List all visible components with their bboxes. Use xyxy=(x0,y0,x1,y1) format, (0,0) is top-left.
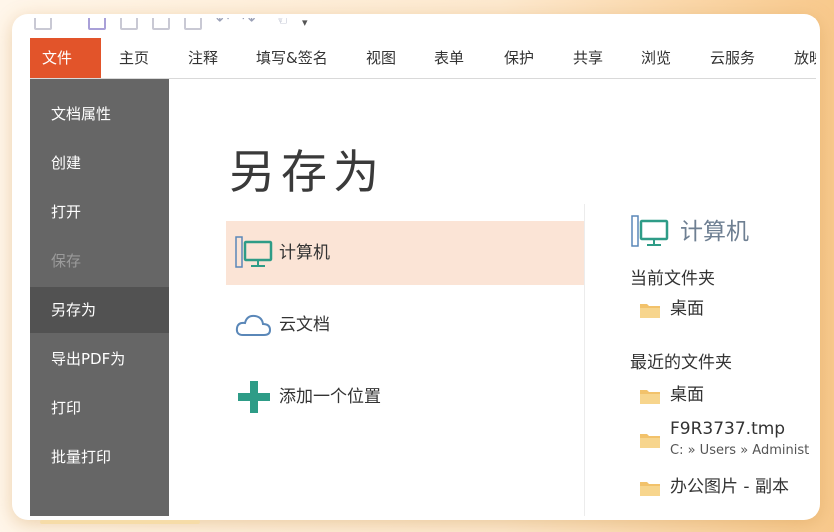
tab-slideshow[interactable]: 放映 xyxy=(794,38,816,78)
tab-cloud-service[interactable]: 云服务 xyxy=(710,38,755,78)
undo-icon[interactable]: ↶ xyxy=(216,18,229,29)
folder-name: 桌面 xyxy=(670,299,704,319)
folder-name: 办公图片 - 副本 xyxy=(670,477,789,497)
computer-icon xyxy=(631,215,669,247)
folder-path: C: » Users » Administ xyxy=(670,443,810,458)
sidebar-item-properties[interactable]: 文档属性 xyxy=(30,91,169,137)
tab-file[interactable]: 文件 xyxy=(30,38,101,78)
tab-protect[interactable]: 保护 xyxy=(504,38,534,78)
option-cloud-docs-label: 云文档 xyxy=(279,315,330,335)
page-title: 另存为 xyxy=(229,145,385,199)
recent-folders-label: 最近的文件夹 xyxy=(630,353,732,373)
folder-name: 桌面 xyxy=(670,385,704,405)
folder-icon xyxy=(640,434,660,448)
file-sidebar: 文档属性 创建 打开 保存 另存为 导出PDF为 打印 批量打印 xyxy=(30,79,169,516)
tab-form[interactable]: 表单 xyxy=(434,38,464,78)
decorative-strip xyxy=(40,520,200,524)
plus-icon xyxy=(238,381,270,413)
screenshot-card: ↶ ↷ ☜ ▾ 文件 主页 注释 填写&签名 视图 表单 保护 共享 浏览 云服… xyxy=(12,14,820,520)
tab-share[interactable]: 共享 xyxy=(573,38,603,78)
current-folder-label: 当前文件夹 xyxy=(630,269,715,289)
customize-dropdown-icon[interactable]: ▾ xyxy=(302,18,308,29)
open-icon[interactable] xyxy=(34,18,52,30)
app-window: ↶ ↷ ☜ ▾ 文件 主页 注释 填写&签名 视图 表单 保护 共享 浏览 云服… xyxy=(30,18,816,516)
option-add-location[interactable]: 添加一个位置 xyxy=(226,365,584,429)
sidebar-item-export-pdf[interactable]: 导出PDF为 xyxy=(30,336,169,382)
save-icon[interactable] xyxy=(88,18,106,30)
folder-name: F9R3737.tmp xyxy=(670,419,786,439)
cloud-icon xyxy=(235,314,272,336)
tab-view[interactable]: 视图 xyxy=(366,38,396,78)
ribbon-tabs: 文件 主页 注释 填写&签名 视图 表单 保护 共享 浏览 云服务 放映 xyxy=(30,38,816,79)
sidebar-item-save-as[interactable]: 另存为 xyxy=(30,287,169,333)
panel-heading-text: 计算机 xyxy=(680,219,749,245)
computer-icon xyxy=(235,236,273,268)
option-add-location-label: 添加一个位置 xyxy=(279,387,381,407)
sidebar-item-batch-print[interactable]: 批量打印 xyxy=(30,434,169,480)
option-cloud-docs[interactable]: 云文档 xyxy=(226,293,584,357)
print-icon[interactable] xyxy=(120,18,138,30)
option-computer[interactable]: 计算机 xyxy=(226,221,584,285)
tab-browse[interactable]: 浏览 xyxy=(641,38,671,78)
tab-fill-sign[interactable]: 填写&签名 xyxy=(256,38,328,78)
folder-icon xyxy=(640,390,660,404)
hand-icon[interactable]: ☜ xyxy=(274,18,288,29)
quick-access-toolbar: ↶ ↷ ☜ ▾ xyxy=(30,18,816,38)
copy-icon[interactable] xyxy=(184,18,202,30)
option-computer-label: 计算机 xyxy=(279,243,330,263)
folder-icon xyxy=(640,304,660,318)
location-panel: 计算机 当前文件夹 桌面 最近的文件夹 桌面 F9R3737.tmp C: » … xyxy=(630,204,816,516)
sidebar-item-open[interactable]: 打开 xyxy=(30,189,169,235)
page-icon[interactable] xyxy=(152,18,170,30)
folder-icon xyxy=(640,482,660,496)
tab-home[interactable]: 主页 xyxy=(119,38,149,78)
tab-comment[interactable]: 注释 xyxy=(188,38,218,78)
sidebar-item-print[interactable]: 打印 xyxy=(30,385,169,431)
redo-icon[interactable]: ↷ xyxy=(242,18,255,29)
sidebar-item-create[interactable]: 创建 xyxy=(30,140,169,186)
sidebar-item-save[interactable]: 保存 xyxy=(30,238,169,284)
divider xyxy=(584,204,585,516)
